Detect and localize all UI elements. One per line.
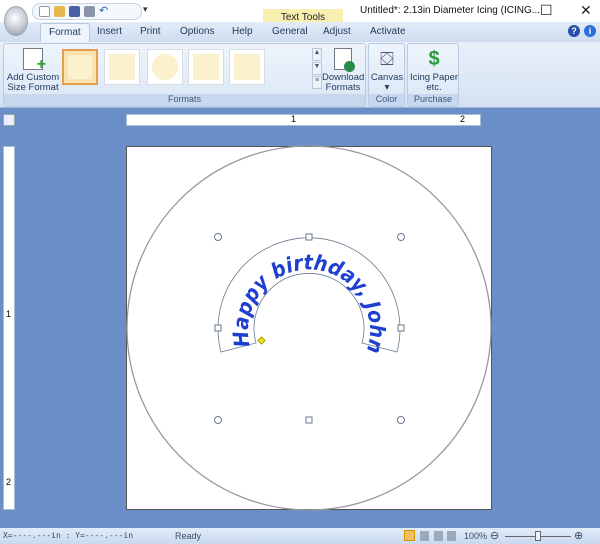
- zoom-in-button[interactable]: ⊕: [574, 529, 583, 542]
- resize-handle[interactable]: [305, 416, 313, 424]
- rotate-handle[interactable]: [214, 233, 222, 241]
- view-fit-icon[interactable]: [434, 531, 443, 541]
- view-page-icon[interactable]: [404, 530, 415, 541]
- icing-circle-outline: [126, 145, 492, 511]
- zoom-level: 100%: [464, 531, 488, 541]
- curved-text[interactable]: Happy birthday, John: [229, 250, 389, 355]
- status-text: Ready: [175, 531, 202, 541]
- status-bar: X=----.---in : Y=----.---in Ready 100% ⊖…: [0, 528, 600, 544]
- rotate-handle[interactable]: [397, 416, 405, 424]
- cursor-coordinates: X=----.---in : Y=----.---in: [3, 531, 134, 540]
- view-width-icon[interactable]: [420, 531, 429, 541]
- rotate-handle[interactable]: [397, 233, 405, 241]
- curved-text-path: Happy birthday, John: [229, 250, 389, 355]
- resize-handle[interactable]: [397, 324, 405, 332]
- zoom-out-button[interactable]: ⊖: [490, 529, 499, 542]
- rotate-handle[interactable]: [214, 416, 222, 424]
- zoom-slider-thumb[interactable]: [535, 531, 541, 541]
- view-full-icon[interactable]: [447, 531, 456, 541]
- design-canvas: Happy birthday, John: [126, 145, 492, 511]
- resize-handle[interactable]: [305, 233, 313, 241]
- resize-handle[interactable]: [214, 324, 222, 332]
- adjust-handle[interactable]: [257, 336, 266, 345]
- app-menu-button[interactable]: [4, 6, 28, 36]
